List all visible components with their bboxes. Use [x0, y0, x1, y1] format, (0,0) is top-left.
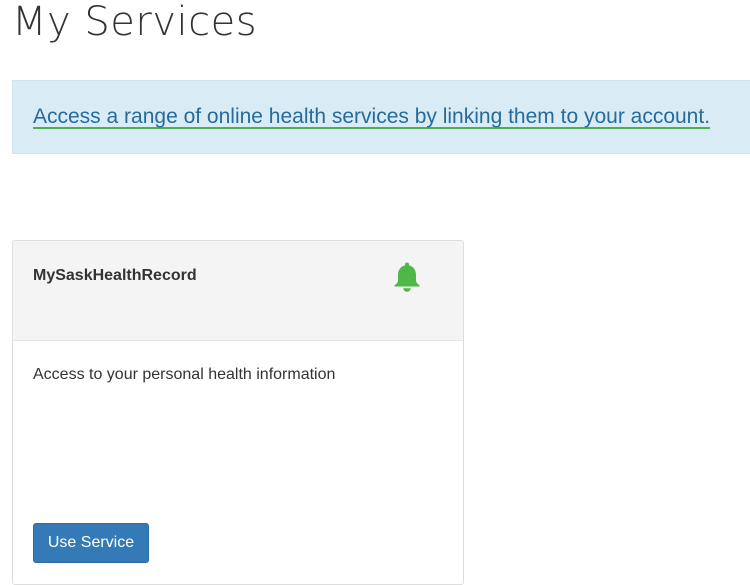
- page-title: My Services: [12, 0, 258, 45]
- use-service-button[interactable]: Use Service: [33, 523, 149, 563]
- service-card: MySaskHealthRecord Access to your person…: [12, 240, 464, 585]
- bell-icon[interactable]: [392, 261, 422, 293]
- link-services-info[interactable]: Access a range of online health services…: [33, 104, 710, 130]
- info-banner: Access a range of online health services…: [12, 80, 750, 154]
- card-title: MySaskHealthRecord: [33, 267, 197, 284]
- card-description: Access to your personal health informati…: [33, 366, 336, 383]
- card-header: MySaskHealthRecord: [13, 241, 463, 341]
